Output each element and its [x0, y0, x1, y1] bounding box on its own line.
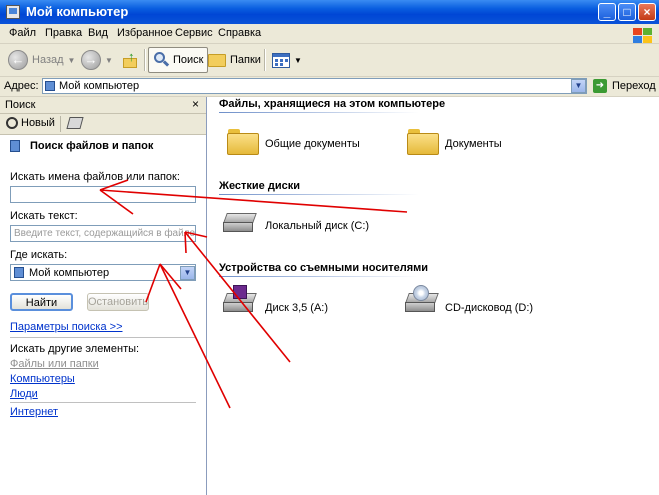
dropdown-arrow-icon: ▼ — [105, 55, 113, 65]
folders-icon — [208, 53, 226, 67]
forward-button[interactable]: → ▼ — [81, 47, 113, 73]
computers-link[interactable]: Компьютеры — [10, 373, 75, 385]
where-value: Мой компьютер — [29, 267, 110, 279]
people-link[interactable]: Люди — [10, 388, 38, 400]
dropdown-arrow-icon: ▼ — [294, 55, 302, 65]
find-button[interactable]: Найти — [10, 293, 73, 311]
cd-drive-label[interactable]: CD-дисковод (D:) — [445, 302, 533, 314]
menu-help[interactable]: Справка — [218, 27, 261, 39]
documents-folder-icon[interactable] — [407, 129, 439, 155]
local-disk-label[interactable]: Локальный диск (C:) — [265, 220, 369, 232]
title-bar: Мой компьютер _ □ × — [0, 0, 659, 24]
menu-tools[interactable]: Сервис — [175, 27, 213, 39]
search-pane-title: Поиск — [5, 99, 36, 111]
search-heading: Поиск файлов и папок — [30, 140, 154, 152]
folder-content: Файлы, хранящиеся на этом компьютере Общ… — [207, 97, 659, 495]
address-input[interactable]: Мой компьютер ▼ — [42, 78, 587, 94]
computer-search-icon — [10, 140, 20, 152]
group-divider — [219, 276, 419, 277]
new-search-button[interactable]: Новый — [6, 117, 55, 129]
window-title: Мой компьютер — [26, 4, 129, 19]
new-search-label: Новый — [21, 117, 55, 129]
dropdown-arrow-icon: ▼ — [67, 55, 76, 65]
folders-button[interactable]: Папки — [208, 47, 261, 73]
views-button[interactable]: ▼ — [272, 47, 302, 73]
group-title-hard-disks: Жесткие диски — [219, 180, 300, 192]
menu-view[interactable]: Вид — [88, 27, 108, 39]
where-select[interactable]: Мой компьютер ▼ — [10, 264, 196, 281]
minimize-button[interactable]: _ — [598, 3, 616, 21]
text-search-label: Искать текст: — [10, 210, 78, 222]
search-button[interactable]: Поиск — [148, 47, 209, 73]
local-disk-icon[interactable] — [223, 213, 257, 235]
menu-favorites[interactable]: Избранное — [117, 27, 173, 39]
search-pane-header: Поиск × — [0, 97, 206, 114]
go-button[interactable]: Переход — [612, 80, 656, 92]
floppy-drive-icon[interactable] — [223, 285, 257, 315]
address-bar: Адрес: Мой компьютер ▼ ➜ Переход — [0, 77, 659, 97]
views-icon — [272, 52, 290, 68]
find-button-label: Найти — [25, 297, 58, 309]
toolbar-separator — [264, 49, 266, 71]
toolbar-separator — [144, 49, 146, 71]
internet-link[interactable]: Интернет — [10, 406, 58, 418]
documents-label[interactable]: Документы — [445, 138, 502, 150]
search-pane-toolbar: Новый — [0, 114, 206, 135]
address-label: Адрес: — [4, 80, 39, 92]
pane-close-icon[interactable]: × — [192, 97, 199, 111]
menu-edit[interactable]: Правка — [45, 27, 82, 39]
name-search-label: Искать имена файлов или папок: — [10, 171, 180, 183]
pane-divider — [10, 402, 196, 403]
address-value: Мой компьютер — [59, 80, 140, 92]
new-search-icon — [6, 117, 18, 129]
text-search-input[interactable]: Введите текст, содержащийся в файле. — [10, 225, 196, 242]
menu-file[interactable]: Файл — [9, 27, 36, 39]
group-divider — [219, 194, 419, 195]
up-folder-button[interactable]: ↑ — [121, 47, 139, 73]
group-divider — [219, 112, 419, 113]
go-arrow-icon[interactable]: ➜ — [593, 79, 607, 93]
pane-divider — [10, 337, 196, 338]
up-folder-icon: ↑ — [121, 49, 139, 69]
back-button[interactable]: ← Назад ▼ — [8, 47, 75, 73]
shared-documents-label[interactable]: Общие документы — [265, 138, 360, 150]
my-computer-icon — [45, 81, 55, 91]
search-label: Поиск — [173, 54, 204, 66]
close-button[interactable]: × — [638, 3, 656, 21]
maximize-button[interactable]: □ — [618, 3, 636, 21]
group-title-removable: Устройства со съемными носителями — [219, 262, 429, 274]
files-folders-link: Файлы или папки — [10, 358, 99, 370]
where-label: Где искать: — [10, 249, 68, 261]
group-title-files: Файлы, хранящиеся на этом компьютере — [219, 98, 446, 110]
file-name-input[interactable] — [10, 186, 196, 203]
toolbar: ← Назад ▼ → ▼ ↑ Поиск Папки ▼ — [0, 44, 659, 77]
menu-bar: Файл Правка Вид Избранное Сервис Справка — [0, 24, 659, 44]
address-dropdown-button[interactable]: ▼ — [571, 79, 586, 93]
pane-toolbar-separator — [60, 116, 61, 132]
back-label: Назад — [32, 54, 64, 66]
cd-drive-icon[interactable] — [405, 285, 439, 315]
folders-label: Папки — [230, 54, 261, 66]
search-icon — [153, 52, 170, 68]
my-computer-icon — [6, 5, 20, 19]
floppy-drive-label[interactable]: Диск 3,5 (A:) — [265, 302, 328, 314]
shared-documents-folder-icon[interactable] — [227, 129, 259, 155]
back-arrow-icon: ← — [8, 50, 28, 70]
search-options-link[interactable]: Параметры поиска >> — [10, 321, 123, 333]
text-search-placeholder: Введите текст, содержащийся в файле. — [14, 228, 196, 239]
forward-arrow-icon: → — [81, 50, 101, 70]
stop-button-label: Остановить — [88, 296, 149, 308]
my-computer-icon — [14, 267, 24, 278]
search-pane: Поиск × Новый Поиск файлов и папок Искат… — [0, 97, 207, 495]
windows-logo-icon — [631, 26, 653, 44]
other-items-label: Искать другие элементы: — [10, 343, 140, 355]
stop-button: Остановить — [87, 293, 149, 311]
print-icon[interactable] — [66, 117, 84, 129]
where-dropdown-button[interactable]: ▼ — [180, 266, 195, 280]
